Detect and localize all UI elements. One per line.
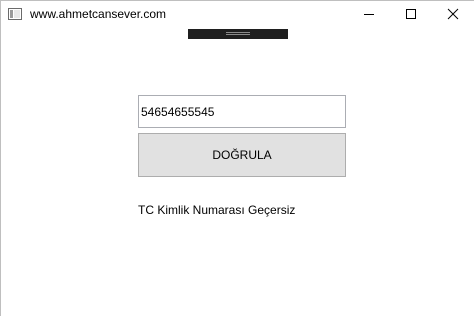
close-icon bbox=[447, 8, 459, 20]
debug-toolbar[interactable] bbox=[188, 29, 288, 39]
drag-handle-icon[interactable] bbox=[226, 32, 250, 35]
minimize-button[interactable] bbox=[346, 0, 391, 30]
window-border-top bbox=[0, 0, 474, 1]
close-button[interactable] bbox=[430, 0, 474, 30]
maximize-button[interactable] bbox=[388, 0, 433, 30]
app-icon[interactable] bbox=[8, 8, 22, 20]
maximize-icon bbox=[406, 9, 416, 19]
minimize-icon bbox=[364, 14, 374, 15]
status-message: TC Kimlik Numarası Geçersiz bbox=[138, 203, 296, 217]
window-border-left bbox=[0, 0, 1, 316]
window-title: www.ahmetcansever.com bbox=[30, 7, 167, 21]
app-window: www.ahmetcansever.com DOĞRULA TC Kimlik … bbox=[0, 0, 474, 316]
tc-id-input[interactable] bbox=[138, 95, 346, 128]
verify-button[interactable]: DOĞRULA bbox=[138, 133, 346, 177]
title-bar[interactable]: www.ahmetcansever.com bbox=[0, 0, 474, 30]
verify-button-label: DOĞRULA bbox=[212, 148, 272, 162]
